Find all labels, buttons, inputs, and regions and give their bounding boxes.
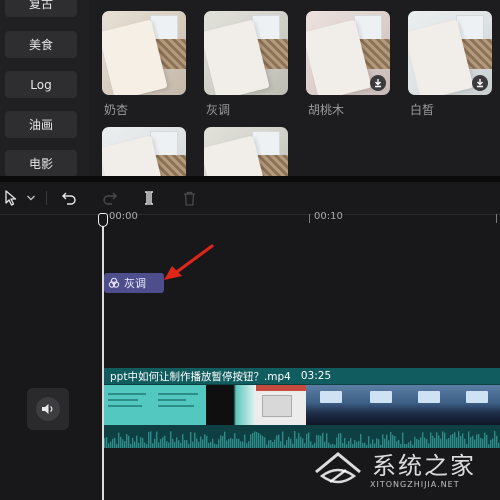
clip-frame: [154, 385, 206, 425]
clip-frame: [306, 385, 356, 425]
filter-clip-label: 灰调: [124, 277, 146, 290]
timeline-toolbar: [0, 182, 500, 215]
clip-frame: [452, 385, 500, 425]
watermark-logo-icon: [315, 452, 361, 484]
filter-thumb-huidiao[interactable]: [204, 11, 288, 95]
redo-icon[interactable]: [101, 188, 119, 208]
split-icon[interactable]: [141, 188, 157, 208]
clip-frame: [206, 385, 256, 425]
select-arrow-icon[interactable]: [2, 188, 20, 208]
annotation-arrow-icon: [164, 244, 214, 280]
watermark: 系统之家 XITONGZHIJIA.NET: [306, 440, 496, 496]
filter-panel: 复古 美食 Log 油画 电影 奶杏 灰调 胡桃木 白皙: [0, 0, 500, 176]
ruler-tick: [309, 214, 310, 223]
watermark-title: 系统之家: [372, 452, 476, 480]
category-sidebar: 复古 美食 Log 油画 电影: [0, 0, 90, 176]
category-food[interactable]: 美食: [5, 31, 77, 58]
clip-frame: [256, 385, 306, 425]
clip-frames: [104, 385, 500, 425]
watermark-url: XITONGZHIJIA.NET: [370, 480, 460, 489]
download-icon[interactable]: [472, 75, 488, 91]
clip-frame: [356, 385, 404, 425]
playhead[interactable]: [102, 222, 104, 500]
category-film[interactable]: 电影: [5, 150, 77, 176]
filter-thumb-hutaomu[interactable]: [306, 11, 390, 95]
clip-frame: [404, 385, 452, 425]
download-icon[interactable]: [370, 75, 386, 91]
video-clip[interactable]: ppt中如何让制作播放暂停按钮？.mp4 03:25: [104, 368, 500, 448]
filter-clip[interactable]: 灰调: [104, 273, 164, 293]
filter-label: 胡桃木: [308, 103, 345, 117]
filter-thumb[interactable]: [102, 127, 186, 176]
playhead-handle[interactable]: [98, 213, 108, 227]
time-ruler[interactable]: 00:00 00:10: [104, 211, 500, 226]
category-oil-painting[interactable]: 油画: [5, 111, 77, 138]
clip-name: ppt中如何让制作播放暂停按钮？.mp4: [110, 370, 291, 383]
filter-thumb-naixing[interactable]: [102, 11, 186, 95]
ruler-mark-label: 00:10: [314, 211, 343, 222]
ruler-tick: [496, 214, 497, 223]
category-log[interactable]: Log: [5, 71, 77, 98]
toolbar-separator: [46, 191, 47, 205]
category-retro[interactable]: 复古: [5, 0, 77, 17]
speaker-icon: [42, 404, 53, 414]
delete-icon[interactable]: [181, 188, 197, 208]
undo-icon[interactable]: [60, 188, 78, 208]
filter-label: 奶杏: [104, 103, 129, 117]
chevron-down-icon[interactable]: [24, 188, 38, 208]
clip-frame: [104, 385, 154, 425]
audio-toggle[interactable]: [27, 388, 69, 430]
filter-icon: [108, 277, 120, 288]
filter-label: 白皙: [410, 103, 435, 117]
filter-thumb[interactable]: [204, 127, 288, 176]
clip-duration: 03:25: [300, 370, 332, 382]
clip-header: ppt中如何让制作播放暂停按钮？.mp4 03:25: [104, 368, 500, 384]
filter-thumb-baixi[interactable]: [408, 11, 492, 95]
filter-label: 灰调: [206, 103, 231, 117]
ruler-start-label: 00:00: [109, 211, 138, 222]
